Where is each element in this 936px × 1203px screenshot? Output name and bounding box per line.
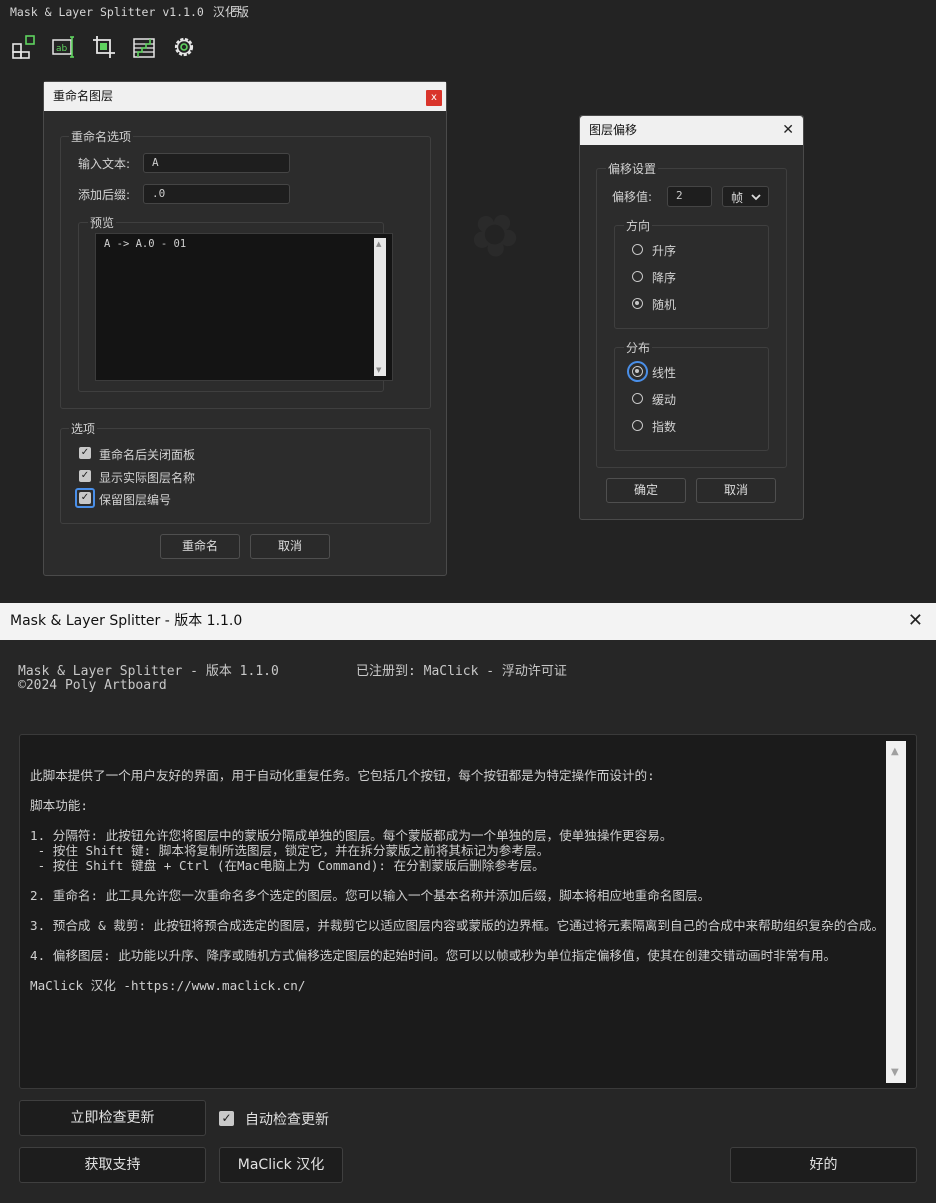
keep-layer-number-checkbox[interactable]: ✓	[79, 492, 91, 504]
precompose-crop-icon[interactable]	[91, 34, 117, 60]
close-icon[interactable]: x	[426, 90, 442, 106]
show-actual-name-checkbox[interactable]: ✓	[79, 470, 91, 482]
rename-button[interactable]: 重命名	[160, 534, 240, 559]
linear-radio[interactable]	[632, 366, 643, 377]
close-icon[interactable]: ✕	[908, 603, 923, 639]
product-line: Mask & Layer Splitter - 版本 1.1.0	[18, 664, 279, 679]
close-icon[interactable]: ✕	[782, 116, 794, 145]
scroll-up-icon[interactable]: ▲	[891, 746, 899, 757]
menu-icon[interactable]: ≡	[230, 2, 241, 17]
description-line: 此脚本提供了一个用户友好的界面，用于自动化重复任务。它包括几个按钮，每个按钮都是…	[30, 768, 655, 783]
description-line: MaClick 汉化 -https://www.maclick.cn/	[30, 978, 306, 993]
about-titlebar: Mask & Layer Splitter - 版本 1.1.0 ✕	[0, 603, 936, 640]
description-gap	[30, 963, 885, 978]
preview-textarea[interactable]: A -> A.0 - 01 ▲ ▼	[95, 233, 393, 381]
direction-label: 方向	[624, 217, 653, 234]
options-label: 选项	[69, 420, 98, 437]
scroll-down-icon[interactable]: ▼	[891, 1067, 899, 1078]
offset-settings-label: 偏移设置	[606, 160, 659, 177]
suffix-field[interactable]: .0	[143, 184, 290, 204]
rename-dialog-titlebar: 重命名图层 x	[44, 82, 446, 111]
offset-dialog-title: 图层偏移	[589, 123, 638, 137]
distribution-label: 分布	[624, 339, 653, 356]
random-label: 随机	[652, 298, 677, 312]
description-gap	[30, 873, 885, 888]
offset-value-label: 偏移值:	[612, 190, 653, 204]
input-text-field[interactable]: A	[143, 153, 290, 173]
ascending-radio[interactable]	[632, 244, 643, 255]
description-line: 1. 分隔符: 此按钮允许您将图层中的蒙版分隔成单独的图层。每个蒙版都成为一个单…	[30, 828, 673, 843]
description-text: 此脚本提供了一个用户友好的界面，用于自动化重复任务。它包括几个按钮，每个按钮都是…	[30, 768, 885, 993]
descending-radio[interactable]	[632, 271, 643, 282]
description-line: - 按住 Shift 键: 脚本将复制所选图层，锁定它，并在拆分蒙版之前将其标记…	[30, 843, 550, 858]
suffix-label: 添加后缀:	[78, 188, 131, 202]
description-gap	[30, 933, 885, 948]
offset-layers-icon[interactable]	[131, 34, 157, 60]
description-gap	[30, 903, 885, 918]
watermark: ✿	[454, 192, 535, 275]
split-mask-icon[interactable]	[11, 34, 37, 60]
keep-layer-number-label: 保留图层编号	[99, 493, 172, 507]
ok-button[interactable]: 确定	[606, 478, 686, 503]
unit-dropdown[interactable]: 帧	[722, 186, 769, 207]
rename-options-label: 重命名选项	[69, 128, 134, 145]
scroll-up-icon[interactable]: ▲	[376, 240, 381, 248]
ease-radio[interactable]	[632, 393, 643, 404]
offset-value-field[interactable]: 2	[667, 186, 712, 207]
registration-info: 已注册到: MaClick - 浮动许可证	[356, 664, 567, 679]
scroll-down-icon[interactable]: ▼	[376, 366, 381, 374]
description-line: 2. 重命名: 此工具允许您一次重命名多个选定的图层。您可以输入一个基本名称并添…	[30, 888, 711, 903]
cancel-button[interactable]: 取消	[250, 534, 330, 559]
description-line: 脚本功能:	[30, 798, 88, 813]
rename-dialog-title: 重命名图层	[53, 89, 114, 103]
description-gap	[30, 813, 885, 828]
exponential-label: 指数	[652, 420, 677, 434]
preview-scrollbar[interactable]: ▲ ▼	[374, 238, 386, 376]
get-support-button[interactable]: 获取支持	[19, 1147, 206, 1183]
rename-layer-icon[interactable]: ab	[51, 34, 77, 60]
copyright: ©2024 Poly Artboard	[18, 678, 167, 693]
script-panel: ✿ ✿ Mask & Layer Splitter v1.1.0 汉化版 ≡ a…	[0, 0, 936, 603]
descending-label: 降序	[652, 271, 677, 285]
check-update-button[interactable]: 立即检查更新	[19, 1100, 206, 1136]
preview-label: 预览	[88, 214, 117, 231]
panel-title: Mask & Layer Splitter v1.1.0 汉化版	[10, 5, 249, 19]
offset-dialog: 图层偏移 ✕ 偏移设置 偏移值: 2 帧 方向 升序 降序 随机 分布 线性 缓…	[579, 115, 804, 520]
ascending-label: 升序	[652, 244, 677, 258]
settings-gear-icon[interactable]	[171, 34, 197, 60]
auto-check-checkbox[interactable]: ✓	[219, 1111, 234, 1126]
random-radio[interactable]	[632, 298, 643, 309]
auto-check-label: 自动检查更新	[245, 1112, 329, 1128]
show-actual-name-label: 显示实际图层名称	[99, 471, 196, 485]
about-title: Mask & Layer Splitter - 版本 1.1.0	[10, 613, 243, 629]
offset-dialog-titlebar: 图层偏移 ✕	[580, 116, 803, 145]
ease-label: 缓动	[652, 393, 677, 407]
cancel-button[interactable]: 取消	[696, 478, 776, 503]
description-textarea[interactable]: 此脚本提供了一个用户友好的界面，用于自动化重复任务。它包括几个按钮，每个按钮都是…	[19, 734, 917, 1089]
close-after-rename-checkbox[interactable]: ✓	[79, 447, 91, 459]
svg-text:ab: ab	[56, 44, 68, 54]
description-gap	[30, 783, 885, 798]
linear-label: 线性	[652, 366, 677, 380]
close-after-rename-label: 重命名后关闭面板	[99, 448, 196, 462]
rename-dialog: 重命名图层 x 重命名选项 输入文本: A 添加后缀: .0 预览 A -> A…	[43, 81, 447, 576]
about-window: Mask & Layer Splitter - 版本 1.1.0 ✕ Mask …	[0, 603, 936, 1203]
preview-text: A -> A.0 - 01	[104, 238, 187, 250]
ok-button[interactable]: 好的	[730, 1147, 917, 1183]
description-line: 4. 偏移图层: 此功能以升序、降序或随机方式偏移选定图层的起始时间。您可以以帧…	[30, 948, 837, 963]
chevron-down-icon	[751, 194, 761, 201]
maclick-button[interactable]: MaClick 汉化	[219, 1147, 343, 1183]
exponential-radio[interactable]	[632, 420, 643, 431]
description-line: 3. 预合成 & 裁剪: 此按钮将预合成选定的图层，并裁剪它以适应图层内容或蒙版…	[30, 918, 885, 933]
unit-dropdown-value: 帧	[731, 191, 744, 205]
description-scrollbar[interactable]: ▲ ▼	[886, 741, 906, 1083]
input-text-label: 输入文本:	[78, 157, 131, 171]
description-line: - 按住 Shift 键盘 + Ctrl (在Mac电脑上为 Command):…	[30, 858, 545, 873]
